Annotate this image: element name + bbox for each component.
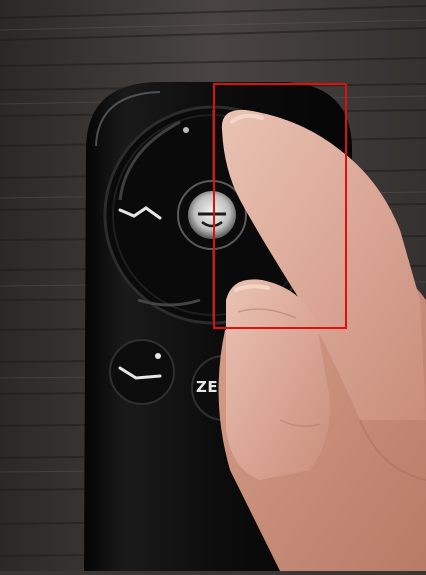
lounge-button[interactable] [109,339,175,405]
highlight-box [213,83,347,329]
zero-g-label: ZE [196,378,219,396]
photo-scene: ZE [0,0,426,571]
indicator-dot [183,127,189,133]
